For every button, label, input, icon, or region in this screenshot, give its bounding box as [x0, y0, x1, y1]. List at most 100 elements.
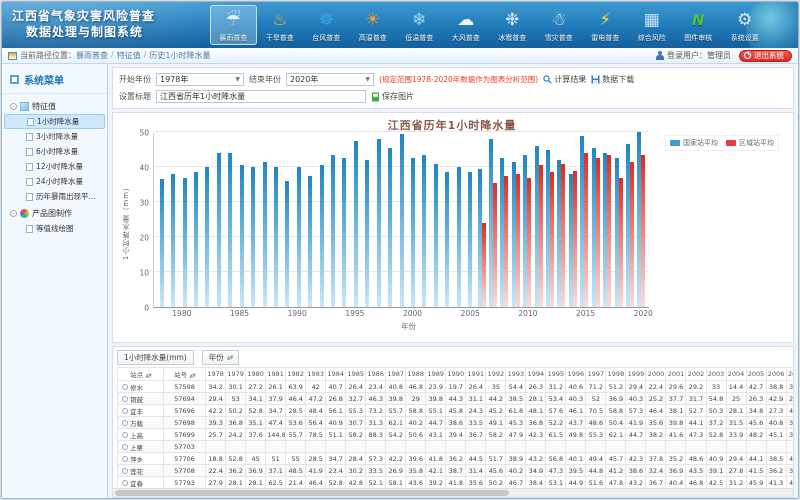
row-radio-button[interactable]	[122, 396, 128, 402]
nav-item-9[interactable]: ⚡雷电普查	[582, 5, 629, 45]
row-radio-button[interactable]	[122, 420, 128, 426]
nav-item-1[interactable]: ☔暴雨普查	[210, 5, 257, 45]
chart-title-input[interactable]	[156, 90, 366, 103]
year-column-header[interactable]: 1981	[266, 368, 286, 381]
nav-item-7[interactable]: ❉冰雹普查	[489, 5, 536, 45]
scrollbar-thumb[interactable]	[115, 490, 509, 496]
sidebar-item-历年暴雨出现平均雨量[interactable]: 历年暴雨出现平均雨量	[4, 189, 105, 204]
y-tick-label: 40	[139, 164, 149, 173]
value-cell: 50.4	[606, 417, 626, 429]
row-radio-button[interactable]	[122, 456, 128, 462]
year-column-header[interactable]: 2000	[646, 368, 666, 381]
value-cell: 52.8	[706, 429, 726, 441]
sidebar-item-1小时降水量[interactable]: 1小时降水量	[4, 114, 105, 129]
year-column-header[interactable]: 2005	[746, 368, 766, 381]
nav-item-10[interactable]: ▦综合风险	[629, 5, 676, 45]
year-column-header[interactable]: 2001	[666, 368, 686, 381]
nav-item-6[interactable]: ☁大风普查	[443, 5, 490, 45]
legend-item[interactable]: 区域站平均	[726, 138, 774, 148]
top-banner: 江西省气象灾害风险普查 数据处理与制图系统 ☔暴雨普查♨干旱普查☸台风普查☀高温…	[2, 2, 798, 48]
nav-item-4[interactable]: ☀高温普查	[350, 5, 397, 45]
tree-expander-icon[interactable]: –	[10, 103, 17, 110]
tree-expander-icon[interactable]: –	[10, 210, 17, 217]
nav-item-12[interactable]: ⚙系统设置	[722, 5, 769, 45]
sidebar-item-24小时降水量[interactable]: 24小时降水量	[4, 174, 105, 189]
breadcrumb-item[interactable]: 历史1小时降水量	[149, 50, 210, 61]
year-column-header[interactable]: 1990	[446, 368, 466, 381]
value-cell: 19.7	[446, 381, 466, 393]
year-column-header[interactable]: 1991	[466, 368, 486, 381]
station-code: 57698	[164, 417, 206, 429]
measure-filter-box[interactable]: 1小时降水量(mm)	[117, 350, 194, 365]
horizontal-scrollbar[interactable]	[113, 488, 793, 497]
end-year-select[interactable]: 2020年▼	[286, 73, 374, 86]
year-column-header[interactable]: 2006	[766, 368, 786, 381]
legend-item[interactable]: 国家站平均	[670, 138, 718, 148]
year-column-header[interactable]: 1994	[526, 368, 546, 381]
download-button[interactable]: 数据下载	[591, 74, 634, 85]
row-radio-button[interactable]	[122, 384, 128, 390]
regional-avg-bar-2011	[539, 165, 543, 307]
calculate-button[interactable]: 计算结果	[543, 74, 586, 85]
year-column-header[interactable]: 1978	[206, 368, 226, 381]
start-year-select[interactable]: 1978年▼	[156, 73, 244, 86]
column-header-站号[interactable]: 站号 ▲▼	[164, 368, 206, 381]
year-column-header[interactable]: 1986	[366, 368, 386, 381]
year-sort-box[interactable]: 年份 ▲▼	[202, 350, 240, 365]
row-radio-button[interactable]	[122, 468, 128, 474]
nav-item-11[interactable]: N图件审核	[675, 5, 722, 45]
year-column-header[interactable]: 2007	[786, 368, 794, 381]
year-column-header[interactable]: 1997	[586, 368, 606, 381]
year-column-header[interactable]: 1979	[226, 368, 246, 381]
logout-button[interactable]: 退出系统	[739, 50, 792, 62]
column-header-站点[interactable]: 站点 ▲▼	[118, 368, 164, 381]
year-column-header[interactable]: 1987	[386, 368, 406, 381]
year-column-header[interactable]: 2003	[706, 368, 726, 381]
nav-item-3[interactable]: ☸台风普查	[303, 5, 350, 45]
year-column-header[interactable]: 1993	[506, 368, 526, 381]
year-column-header[interactable]: 1998	[606, 368, 626, 381]
y-axis-label: 1小时降水量（mm）	[121, 183, 131, 260]
value-cell: 40.9	[706, 453, 726, 465]
year-column-header[interactable]: 1985	[346, 368, 366, 381]
value-cell: 24.3	[786, 393, 794, 405]
year-column-header[interactable]: 2002	[686, 368, 706, 381]
value-cell: 40.1	[566, 453, 586, 465]
year-column-header[interactable]: 1996	[566, 368, 586, 381]
value-cell: 28.1	[526, 393, 546, 405]
tree-node-特征值[interactable]: –特征值	[4, 99, 105, 114]
tree-node-产品图制作[interactable]: –产品图制作	[4, 206, 105, 221]
value-cell: 43.2	[626, 477, 646, 489]
value-cell	[466, 441, 486, 453]
sidebar-item-等值线绘图[interactable]: 等值线绘图	[4, 221, 105, 236]
year-column-header[interactable]: 1999	[626, 368, 646, 381]
nav-item-5[interactable]: ❄低温普查	[396, 5, 443, 45]
year-column-header[interactable]: 1989	[426, 368, 446, 381]
sidebar-item-6小时降水量[interactable]: 6小时降水量	[4, 144, 105, 159]
value-cell: 55.3	[346, 405, 366, 417]
save-image-button[interactable]: 保存图片	[371, 91, 414, 102]
sidebar-item-3小时降水量[interactable]: 3小时降水量	[4, 129, 105, 144]
breadcrumb-item[interactable]: 暴雨普查	[76, 50, 108, 61]
value-cell: 58.8	[406, 405, 426, 417]
row-radio-button[interactable]	[122, 432, 128, 438]
nav-item-2[interactable]: ♨干旱普查	[257, 5, 304, 45]
year-column-header[interactable]: 1984	[326, 368, 346, 381]
row-radio-button[interactable]	[122, 408, 128, 414]
year-column-header[interactable]: 1995	[546, 368, 566, 381]
year-column-header[interactable]: 1992	[486, 368, 506, 381]
sidebar-item-12小时降水量[interactable]: 12小时降水量	[4, 159, 105, 174]
value-cell: 31.7	[686, 393, 706, 405]
year-column-header[interactable]: 2004	[726, 368, 746, 381]
year-column-header[interactable]: 1980	[246, 368, 266, 381]
breadcrumb-item[interactable]: 特征值	[117, 50, 141, 61]
row-radio-button[interactable]	[122, 480, 128, 486]
bar-group-2006	[476, 133, 487, 307]
year-column-header[interactable]: 1988	[406, 368, 426, 381]
nav-item-8[interactable]: ☃雪灾普查	[536, 5, 583, 45]
year-column-header[interactable]: 1983	[306, 368, 326, 381]
row-radio-button[interactable]	[122, 444, 128, 450]
value-cell: 39.8	[386, 393, 406, 405]
national-avg-bar-1986	[251, 167, 255, 307]
year-column-header[interactable]: 1982	[286, 368, 306, 381]
